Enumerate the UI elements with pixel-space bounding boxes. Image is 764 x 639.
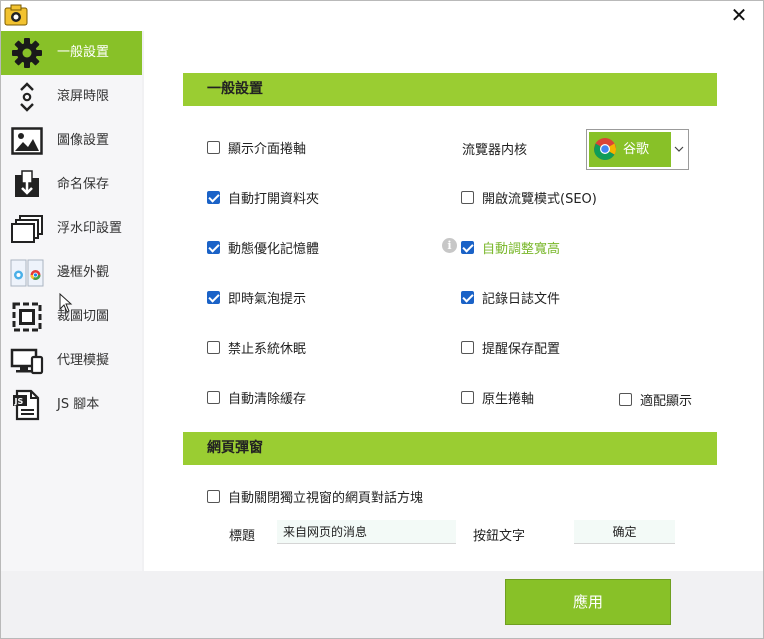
engine-value: 谷歌 xyxy=(623,142,650,157)
popup-title-label: 標題 xyxy=(229,529,256,544)
auto-open-folder-checkbox[interactable]: 自動打開資料夾 xyxy=(207,187,319,207)
browser-engine-label: 流覽器内核 xyxy=(462,143,528,158)
browser-frame-icon xyxy=(9,256,45,290)
sidebar-item-label: 滾屏時限 xyxy=(57,89,110,104)
button-text-input[interactable]: 确定 xyxy=(574,520,675,544)
image-icon xyxy=(9,124,45,158)
save-icon xyxy=(9,168,45,202)
checkbox-box xyxy=(207,489,220,503)
sidebar-item-scroll[interactable]: 滾屏時限 xyxy=(1,75,142,119)
checkbox-box xyxy=(461,190,474,204)
auto-close-dialog-checkbox[interactable]: 自動關閉獨立視窗的網頁對話方塊 xyxy=(207,486,423,506)
option-label: 即時氣泡提示 xyxy=(228,291,307,307)
camera-app-icon xyxy=(4,4,28,26)
option-label: 自動關閉獨立視窗的網頁對話方塊 xyxy=(228,490,424,506)
mouse-cursor-icon xyxy=(59,292,73,313)
checkbox-box xyxy=(207,140,220,154)
browser-engine-select[interactable]: 谷歌 xyxy=(586,129,689,170)
show-scrollbar-checkbox[interactable]: 顯示介面捲軸 xyxy=(207,137,306,157)
prevent-sleep-checkbox[interactable]: 禁止系統休眠 xyxy=(207,337,306,357)
option-label: 開啟流覽模式(SEO) xyxy=(482,191,597,207)
sidebar-item-label: 浮水印設置 xyxy=(57,221,123,236)
checkbox-box xyxy=(461,240,474,254)
checkbox-box xyxy=(207,290,220,304)
popup-title-input[interactable]: 来自网页的消息 xyxy=(277,520,456,544)
checkbox-box xyxy=(207,190,220,204)
info-icon[interactable]: i xyxy=(442,238,457,253)
option-label: 顯示介面捲軸 xyxy=(228,141,307,157)
sidebar-item-label: 代理模擬 xyxy=(57,353,110,368)
section-title: 網頁彈窗 xyxy=(207,440,263,456)
close-icon: ✕ xyxy=(730,3,748,27)
checkbox-box xyxy=(207,240,220,254)
engine-selected-value: 谷歌 xyxy=(589,132,671,167)
checkbox-box xyxy=(619,392,632,406)
devices-icon xyxy=(9,344,45,378)
settings-window: ✕ 一般設置 滾屏時限 圖像設置 命名保存 浮水印設置 邊框外觀 裁圖切圖 代理… xyxy=(0,0,764,639)
checkbox-box xyxy=(207,340,220,354)
option-label: 自動清除緩存 xyxy=(228,391,307,407)
log-file-checkbox[interactable]: 記錄日誌文件 xyxy=(461,287,560,307)
checkbox-box xyxy=(207,390,220,404)
js-script-icon: JS xyxy=(9,388,45,422)
gear-icon xyxy=(9,36,45,70)
option-label: 動態優化記憶體 xyxy=(228,241,320,257)
sidebar-item-label: 一般設置 xyxy=(57,45,110,60)
apply-button[interactable]: 應用 xyxy=(505,579,671,625)
optimize-memory-checkbox[interactable]: 動態優化記憶體 xyxy=(207,237,319,257)
sidebar-item-js[interactable]: JS JS 腳本 xyxy=(1,383,142,427)
seo-mode-checkbox[interactable]: 開啟流覽模式(SEO) xyxy=(461,187,597,207)
title-bar: ✕ xyxy=(1,1,763,31)
sidebar-item-save[interactable]: 命名保存 xyxy=(1,163,142,207)
sidebar-item-proxy[interactable]: 代理模擬 xyxy=(1,339,142,383)
checkbox-box xyxy=(461,290,474,304)
section-title: 一般設置 xyxy=(207,81,263,97)
native-scrollbar-checkbox[interactable]: 原生捲軸 xyxy=(461,387,534,407)
sidebar-item-general[interactable]: 一般設置 xyxy=(1,31,142,75)
option-label: 適配顯示 xyxy=(640,393,693,409)
auto-resize-checkbox[interactable]: 自動調整寬高 xyxy=(461,237,560,257)
auto-clear-cache-checkbox[interactable]: 自動清除緩存 xyxy=(207,387,306,407)
option-label: 記錄日誌文件 xyxy=(482,291,561,307)
sidebar-item-label: JS 腳本 xyxy=(57,397,100,412)
svg-text:JS: JS xyxy=(14,397,24,406)
remind-save-config-checkbox[interactable]: 提醒保存配置 xyxy=(461,337,560,357)
section-general-header: 一般設置 xyxy=(183,73,717,106)
checkbox-box xyxy=(461,390,474,404)
option-label: 禁止系統休眠 xyxy=(228,341,307,357)
bubble-tips-checkbox[interactable]: 即時氣泡提示 xyxy=(207,287,306,307)
fit-display-checkbox[interactable]: 適配顯示 xyxy=(619,389,692,409)
option-label: 自動調整寬高 xyxy=(482,241,561,257)
sidebar-item-label: 邊框外觀 xyxy=(57,265,110,280)
chrome-icon xyxy=(593,137,617,161)
option-label: 原生捲軸 xyxy=(482,391,535,407)
watermark-icon xyxy=(9,212,45,246)
crop-icon xyxy=(9,300,45,334)
button-text-label: 按鈕文字 xyxy=(473,529,526,544)
section-popup-header: 網頁彈窗 xyxy=(183,432,717,465)
checkbox-box xyxy=(461,340,474,354)
scroll-arrows-icon xyxy=(9,80,45,114)
chevron-down-icon xyxy=(674,142,684,156)
sidebar-item-frame[interactable]: 邊框外觀 xyxy=(1,251,142,295)
option-label: 提醒保存配置 xyxy=(482,341,561,357)
close-button[interactable]: ✕ xyxy=(725,3,753,27)
option-label: 自動打開資料夾 xyxy=(228,191,320,207)
sidebar-item-image[interactable]: 圖像設置 xyxy=(1,119,142,163)
sidebar-item-watermark[interactable]: 浮水印設置 xyxy=(1,207,142,251)
sidebar-item-label: 命名保存 xyxy=(57,177,110,192)
sidebar-item-label: 圖像設置 xyxy=(57,133,110,148)
